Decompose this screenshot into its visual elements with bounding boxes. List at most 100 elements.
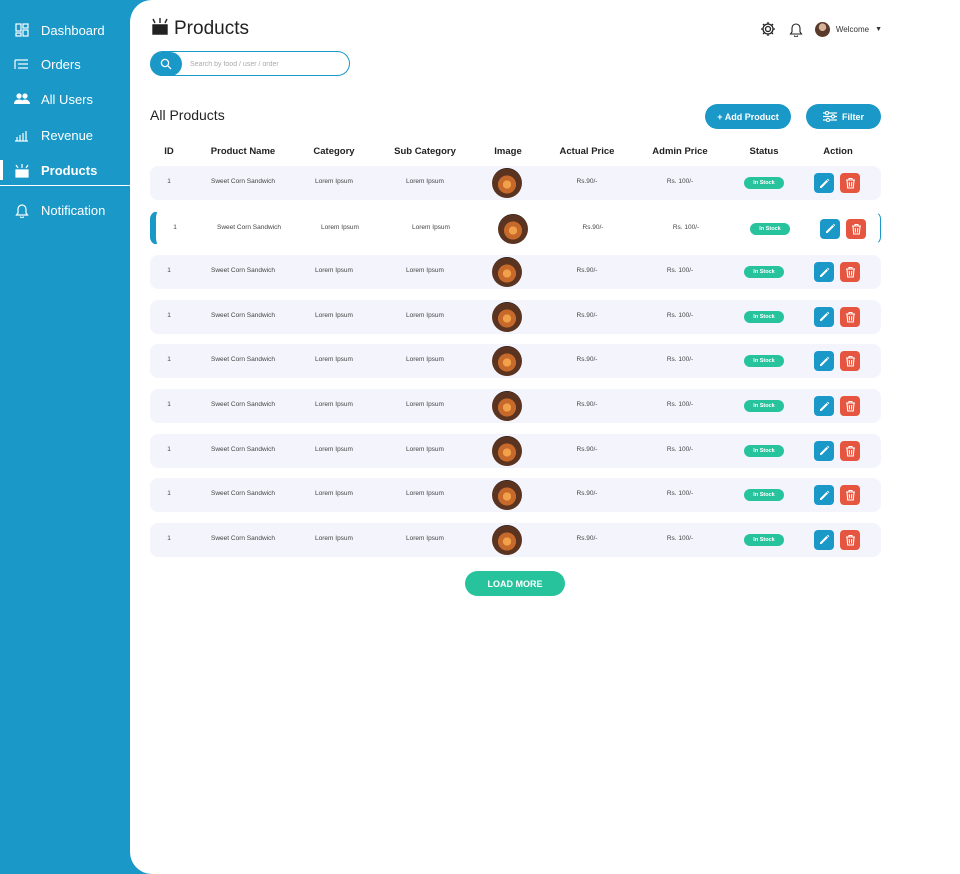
page-title: Products <box>174 17 249 39</box>
delete-button[interactable] <box>840 440 860 461</box>
gear-icon[interactable] <box>759 20 777 38</box>
delete-button[interactable] <box>840 396 860 416</box>
delete-button[interactable] <box>840 262 860 283</box>
col-id: ID <box>164 146 174 157</box>
delete-button[interactable] <box>840 173 860 193</box>
search-bar <box>150 51 350 76</box>
cell-admin-price: Rs. 100/- <box>666 267 694 275</box>
cell-actual-price: Rs.90/- <box>582 223 604 231</box>
cell-sub-category: Lorem Ipsum <box>406 445 444 453</box>
cell-category: Lorem Ipsum <box>315 178 353 185</box>
cell-product-name: Sweet Corn Sandwich <box>211 534 275 542</box>
filter-button[interactable]: Filter <box>806 104 881 129</box>
edit-button[interactable] <box>814 440 834 461</box>
cell-sub-category: Lorem Ipsum <box>406 490 444 498</box>
sidebar-item-products[interactable]: Products <box>0 156 130 186</box>
product-image <box>498 213 528 244</box>
sidebar-item-dashboard[interactable]: Dashboard <box>0 15 130 45</box>
table-row[interactable]: 1 Sweet Corn Sandwich Lorem Ipsum Lorem Ips… <box>150 210 881 245</box>
col-action: Action <box>823 146 853 157</box>
cell-product-name: Sweet Corn Sandwich <box>211 311 275 319</box>
search-icon <box>160 58 172 70</box>
table-row[interactable]: 1 Sweet Corn Sandwich Lorem Ipsum Lorem Ips… <box>150 299 881 334</box>
cell-sub-category: Lorem Ipsum <box>406 267 444 275</box>
status-badge: In Stock <box>744 310 784 323</box>
cell-id: 1 <box>167 178 171 185</box>
trash-icon <box>851 223 861 235</box>
cell-sub-category: Lorem Ipsum <box>412 223 450 231</box>
filter-label: Filter <box>841 111 864 122</box>
add-product-button[interactable]: + Add Product <box>705 104 791 129</box>
table-row[interactable]: 1 Sweet Corn Sandwich Lorem Ipsum Lorem Ips… <box>150 344 881 379</box>
delete-button[interactable] <box>846 218 866 239</box>
edit-button[interactable] <box>814 262 834 283</box>
sidebar-item-label: Orders <box>41 56 81 72</box>
products-icon <box>150 16 170 41</box>
sidebar-item-orders[interactable]: Orders <box>0 49 130 79</box>
search-input[interactable] <box>190 56 340 72</box>
sidebar-item-notification[interactable]: Notification <box>0 195 130 225</box>
welcome-label: Welcome <box>835 24 870 34</box>
cell-product-name: Sweet Corn Sandwich <box>211 401 275 408</box>
sidebar-item-all-users[interactable]: All Users <box>0 84 130 114</box>
cell-category: Lorem Ipsum <box>321 223 359 231</box>
trash-icon <box>845 311 855 323</box>
sidebar-item-revenue[interactable]: Revenue <box>0 120 130 150</box>
cell-sub-category: Lorem Ipsum <box>406 534 444 542</box>
cell-product-name: Sweet Corn Sandwich <box>217 223 281 231</box>
edit-button[interactable] <box>814 173 834 193</box>
product-image <box>492 257 522 288</box>
product-image <box>492 524 522 555</box>
delete-button[interactable] <box>840 351 860 372</box>
product-image <box>492 168 522 198</box>
product-image <box>492 301 522 332</box>
table-row[interactable]: 1 Sweet Corn Sandwich Lorem Ipsum Lorem Ips… <box>150 522 881 557</box>
filter-icon <box>822 111 837 122</box>
col-category: Category <box>313 146 355 157</box>
edit-button[interactable] <box>814 306 834 327</box>
delete-button[interactable] <box>840 306 860 327</box>
status-badge: In Stock <box>744 489 784 502</box>
edit-button[interactable] <box>814 485 834 506</box>
trash-icon <box>845 445 855 457</box>
cell-id: 1 <box>167 490 171 498</box>
section-title: All Products <box>150 107 225 123</box>
cell-id: 1 <box>167 534 171 542</box>
table-row[interactable]: 1 Sweet Corn Sandwich Lorem Ipsum Lorem Ips… <box>150 166 881 200</box>
table-row[interactable]: 1 Sweet Corn Sandwich Lorem Ipsum Lorem Ips… <box>150 433 881 468</box>
cell-admin-price: Rs. 100/- <box>666 401 694 408</box>
bell-icon <box>13 202 30 219</box>
table-row[interactable]: 1 Sweet Corn Sandwich Lorem Ipsum Lorem Ips… <box>150 389 881 423</box>
trash-icon <box>845 177 855 189</box>
bell-icon[interactable] <box>787 20 805 38</box>
trash-icon <box>845 267 855 278</box>
pencil-icon <box>819 178 829 188</box>
cell-category: Lorem Ipsum <box>315 311 353 319</box>
edit-button[interactable] <box>814 396 834 416</box>
cell-admin-price: Rs. 100/- <box>666 490 694 498</box>
pencil-icon <box>819 267 829 277</box>
delete-button[interactable] <box>840 485 860 506</box>
status-badge: In Stock <box>750 222 790 235</box>
pencil-icon <box>825 223 835 234</box>
search-button[interactable] <box>150 52 182 76</box>
table-row[interactable]: 1 Sweet Corn Sandwich Lorem Ipsum Lorem Ips… <box>150 255 881 290</box>
cell-id: 1 <box>173 223 177 231</box>
edit-button[interactable] <box>814 529 834 550</box>
load-more-button[interactable]: LOAD MORE <box>465 571 565 596</box>
cell-category: Lorem Ipsum <box>315 267 353 275</box>
cell-actual-price: Rs.90/- <box>576 311 598 319</box>
user-menu[interactable]: Welcome ▼ <box>814 21 882 37</box>
cell-id: 1 <box>167 267 171 275</box>
cell-sub-category: Lorem Ipsum <box>406 178 444 185</box>
edit-button[interactable] <box>820 218 840 239</box>
status-badge: In Stock <box>744 533 784 546</box>
table-row[interactable]: 1 Sweet Corn Sandwich Lorem Ipsum Lorem Ips… <box>150 478 881 513</box>
edit-button[interactable] <box>814 351 834 372</box>
cell-category: Lorem Ipsum <box>315 401 353 408</box>
cell-actual-price: Rs.90/- <box>576 445 598 453</box>
delete-button[interactable] <box>840 529 860 550</box>
cell-category: Lorem Ipsum <box>315 534 353 542</box>
cell-id: 1 <box>167 311 171 319</box>
cell-actual-price: Rs.90/- <box>576 356 598 364</box>
